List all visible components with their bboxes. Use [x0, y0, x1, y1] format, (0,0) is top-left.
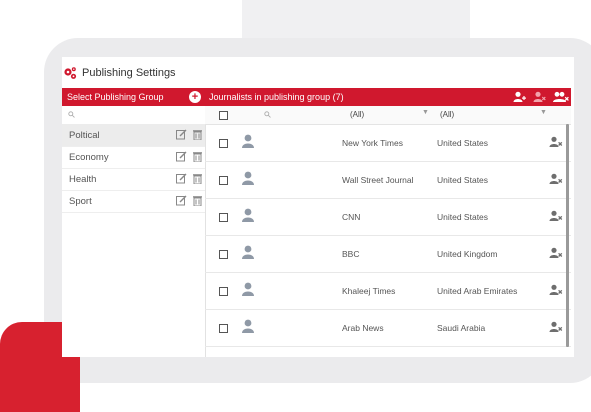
user-avatar-icon [242, 208, 254, 222]
journalist-list: New York Times United States Wall Street… [205, 125, 571, 347]
journalists-panel: Journalists in publishing group (7) (All… [205, 88, 571, 357]
remove-user-icon[interactable] [549, 284, 563, 296]
publishing-settings-window: Publishing Settings Select Publishing Gr… [62, 57, 574, 357]
country-cell: United States [437, 138, 489, 148]
row-checkbox[interactable] [219, 176, 228, 185]
trash-icon[interactable] [192, 173, 203, 185]
publication-cell: Arab News [342, 323, 384, 333]
chevron-down-icon[interactable]: ▼ [422, 109, 429, 116]
country-filter[interactable]: (All) [440, 110, 454, 119]
table-row[interactable]: Khaleej Times United Arab Emirates [205, 273, 571, 310]
country-cell: United States [437, 175, 489, 185]
edit-icon[interactable] [176, 151, 187, 162]
trash-icon[interactable] [192, 195, 203, 207]
chevron-down-icon[interactable]: ▼ [540, 109, 547, 116]
window-title-bar: Publishing Settings [62, 65, 176, 81]
remove-user-icon[interactable] [549, 247, 563, 259]
add-group-button[interactable]: + [189, 91, 201, 103]
row-checkbox[interactable] [219, 250, 228, 259]
user-avatar-icon [242, 245, 254, 259]
row-checkbox[interactable] [219, 139, 228, 148]
table-row[interactable]: CNN United States [205, 199, 571, 236]
table-row[interactable]: Wall Street Journal United States [205, 162, 571, 199]
user-avatar-icon [242, 134, 254, 148]
table-row[interactable]: BBC United Kingdom [205, 236, 571, 273]
vertical-scrollbar[interactable] [566, 124, 569, 347]
publication-cell: New York Times [342, 138, 403, 148]
publication-filter[interactable]: (All) [350, 110, 364, 119]
group-item-economy[interactable]: Economy [62, 147, 205, 169]
remove-user-icon[interactable] [549, 136, 563, 148]
journalists-header: Journalists in publishing group (7) [205, 88, 571, 106]
filter-row: (All) ▼ (All) ▼ [205, 106, 571, 125]
edit-icon[interactable] [176, 129, 187, 140]
country-cell: United States [437, 212, 489, 222]
remove-user-icon[interactable] [549, 173, 563, 185]
trash-icon[interactable] [192, 151, 203, 163]
select-all-checkbox[interactable] [219, 111, 228, 120]
search-icon [264, 111, 271, 118]
edit-icon[interactable] [176, 173, 187, 184]
add-user-icon[interactable] [513, 91, 526, 103]
publication-cell: Khaleej Times [342, 286, 396, 296]
user-avatar-icon [242, 282, 254, 296]
remove-users-icon[interactable] [553, 91, 569, 103]
table-row[interactable]: Arab News Saudi Arabia [205, 310, 571, 347]
group-label: Economy [69, 152, 109, 163]
trash-icon[interactable] [192, 129, 203, 141]
country-cell: United Arab Emirates [437, 286, 518, 296]
user-avatar-icon [242, 319, 254, 333]
publication-cell: BBC [342, 249, 360, 259]
country-cell: Saudi Arabia [437, 323, 486, 333]
group-label: Sport [69, 196, 92, 207]
group-label: Poltical [69, 130, 100, 141]
group-label: Health [69, 174, 97, 185]
group-item-health[interactable]: Health [62, 169, 205, 191]
group-list: Poltical Economy Health Sport [62, 125, 205, 213]
row-checkbox[interactable] [219, 287, 228, 296]
gears-icon [64, 67, 77, 79]
row-checkbox[interactable] [219, 213, 228, 222]
remove-user-icon[interactable] [533, 91, 546, 103]
country-cell: United Kingdom [437, 249, 498, 259]
search-icon [68, 111, 75, 118]
publishing-group-title: Select Publishing Group [67, 92, 164, 102]
publication-cell: CNN [342, 212, 361, 222]
row-checkbox[interactable] [219, 324, 228, 333]
table-row[interactable]: New York Times United States [205, 125, 571, 162]
user-avatar-icon [242, 171, 254, 185]
group-search-input[interactable] [62, 106, 205, 125]
publishing-group-panel: Select Publishing Group + Poltical Econo… [62, 88, 206, 357]
remove-user-icon[interactable] [549, 321, 563, 333]
remove-user-icon[interactable] [549, 210, 563, 222]
window-title: Publishing Settings [82, 67, 176, 79]
publishing-group-header: Select Publishing Group + [62, 88, 205, 106]
publication-cell: Wall Street Journal [342, 175, 414, 185]
edit-icon[interactable] [176, 195, 187, 206]
group-item-poltical[interactable]: Poltical [62, 125, 205, 147]
journalists-title: Journalists in publishing group (7) [209, 92, 344, 102]
group-item-sport[interactable]: Sport [62, 191, 205, 213]
